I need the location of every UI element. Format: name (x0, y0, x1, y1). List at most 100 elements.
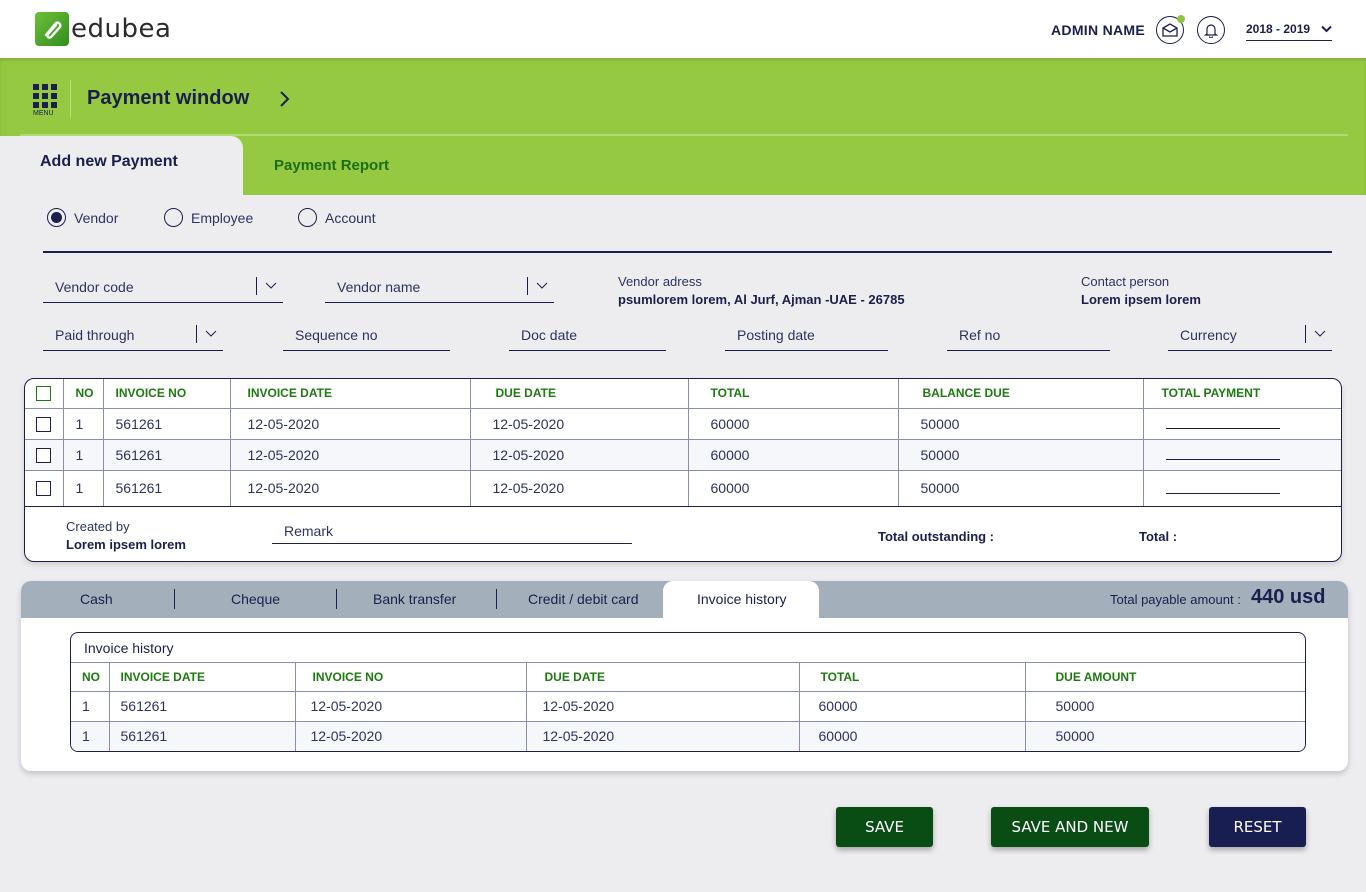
year-value: 2018 - 2019 (1246, 22, 1311, 36)
sequence-no-placeholder: Sequence no (295, 327, 378, 343)
sequence-no-input[interactable]: Sequence no (283, 327, 450, 351)
doc-date-input[interactable]: Doc date (509, 327, 666, 351)
cell-invoice-date: 12-05-2020 (230, 408, 471, 440)
vendor-name-select[interactable]: Vendor name (325, 277, 554, 303)
col-header-due-date: DUE DATE (526, 663, 800, 692)
mail-button[interactable] (1156, 15, 1185, 44)
payment-method-panel: Cash Cheque Bank transfer Credit / debit… (21, 581, 1348, 771)
table-header-row: NO INVOICE NO INVOICE DATE DUE DATE TOTA… (25, 379, 1341, 409)
tab-separator (336, 589, 337, 609)
cell-no: 1 (63, 470, 104, 507)
radio-account[interactable]: Account (298, 208, 376, 227)
cell-no: 1 (63, 439, 104, 471)
table-row: 1 561261 12-05-2020 12-05-2020 60000 500… (25, 470, 1341, 507)
cell-no: 1 (71, 691, 110, 722)
cell-total: 60000 (688, 408, 899, 440)
vendor-name-placeholder: Vendor name (337, 279, 421, 295)
cell-total: 60000 (688, 439, 899, 471)
paid-through-select[interactable]: Paid through (43, 325, 223, 351)
tab-label: Add new Payment (40, 153, 178, 170)
total-payable-value: 440 usd (1251, 586, 1326, 608)
reset-button[interactable]: RESET (1209, 807, 1306, 847)
cell-invoice-date: 12-05-2020 (230, 439, 471, 471)
notification-dot (1177, 15, 1185, 23)
total-payment-input[interactable] (1165, 415, 1280, 429)
row-checkbox[interactable] (36, 447, 51, 463)
currency-select[interactable]: Currency (1168, 325, 1332, 351)
top-bar: edubea ADMIN NAME 2018 - 2019 (0, 0, 1366, 58)
tab-bank-transfer[interactable]: Bank transfer (373, 591, 456, 607)
radio-label: Account (325, 209, 376, 226)
select-all-checkbox[interactable] (36, 385, 51, 401)
contact-person-label: Contact person (1081, 274, 1170, 289)
cell-invoice-date: 12-05-2020 (230, 470, 471, 507)
doc-date-placeholder: Doc date (521, 327, 578, 343)
cell-invoice-no: 12-05-2020 (295, 721, 527, 751)
cell-balance-due: 50000 (898, 470, 1144, 507)
cell-invoice-no: 12-05-2020 (295, 691, 527, 722)
tab-add-new-payment[interactable]: Add new Payment (0, 136, 243, 196)
created-by-label: Created by (66, 518, 130, 534)
invoice-table-card: NO INVOICE NO INVOICE DATE DUE DATE TOTA… (24, 378, 1342, 562)
cell-total: 60000 (688, 470, 899, 507)
total-payment-input[interactable] (1165, 446, 1280, 460)
total-payment-input[interactable] (1165, 480, 1280, 494)
payment-tab-bar: Cash Cheque Bank transfer Credit / debit… (21, 581, 1348, 618)
cell-due-date: 12-05-2020 (470, 439, 689, 471)
radio-employee[interactable]: Employee (164, 208, 253, 227)
save-button[interactable]: SAVE (836, 807, 933, 847)
tab-credit-debit-card[interactable]: Credit / debit card (528, 591, 639, 607)
table-row: 1 561261 12-05-2020 12-05-2020 60000 500… (25, 439, 1341, 471)
table-header-row: NO INVOICE DATE INVOICE NO DUE DATE TOTA… (71, 663, 1305, 692)
save-and-new-button[interactable]: SAVE AND NEW (991, 807, 1149, 847)
table-row: 1 561261 12-05-2020 12-05-2020 60000 500… (71, 691, 1305, 722)
chevron-down-icon (205, 330, 217, 337)
menu-button[interactable]: MENU (33, 84, 57, 117)
chevron-down-icon (536, 282, 548, 289)
logo[interactable]: edubea (35, 12, 171, 46)
vendor-address-label: Vendor adress (618, 274, 702, 289)
tab-separator (496, 589, 497, 609)
year-select[interactable]: 2018 - 2019 (1246, 22, 1332, 41)
vendor-code-placeholder: Vendor code (55, 279, 134, 295)
cell-due-date: 12-05-2020 (526, 721, 800, 751)
page-title: Payment window (87, 87, 250, 109)
posting-date-placeholder: Posting date (737, 327, 815, 343)
logo-icon (35, 12, 69, 46)
invoice-history-table: NO INVOICE DATE INVOICE NO DUE DATE TOTA… (71, 663, 1305, 751)
radio-unchecked-icon (298, 208, 317, 227)
remark-input[interactable]: Remark (272, 523, 632, 544)
cell-total: 60000 (799, 691, 1026, 722)
radio-vendor[interactable]: Vendor (47, 208, 118, 227)
cell-balance-due: 50000 (898, 439, 1144, 471)
radio-label: Employee (191, 209, 254, 226)
total-label: Total : (1139, 528, 1178, 544)
col-header-invoice-date: INVOICE DATE (230, 379, 471, 409)
remark-placeholder: Remark (284, 522, 334, 539)
row-checkbox[interactable] (36, 481, 51, 497)
radio-checked-icon (47, 208, 66, 227)
vendor-code-select[interactable]: Vendor code (43, 277, 283, 303)
radio-label: Vendor (74, 209, 119, 226)
table-row: 1 561261 12-05-2020 12-05-2020 60000 500… (25, 408, 1341, 440)
col-header-total: TOTAL (688, 379, 899, 409)
grid-menu-icon (33, 84, 57, 108)
tab-invoice-history[interactable]: Invoice history (663, 581, 819, 618)
chevron-down-icon (265, 282, 277, 289)
ref-no-input[interactable]: Ref no (947, 327, 1110, 351)
col-header-total-payment: TOTAL PAYMENT (1143, 379, 1341, 409)
col-header-total: TOTAL (799, 663, 1026, 692)
table-footer: Created by Lorem ipsem lorem Remark Tota… (25, 507, 1341, 562)
mail-icon (1162, 23, 1178, 37)
ref-no-placeholder: Ref no (959, 327, 1001, 343)
notification-button[interactable] (1197, 16, 1225, 44)
tab-cash[interactable]: Cash (80, 591, 113, 607)
cell-invoice-no: 561261 (103, 439, 231, 471)
admin-name[interactable]: ADMIN NAME (1051, 22, 1145, 38)
tab-cheque[interactable]: Cheque (231, 591, 280, 607)
posting-date-input[interactable]: Posting date (725, 327, 888, 351)
tab-payment-report[interactable]: Payment Report (274, 157, 389, 174)
cell-due-amount: 50000 (1025, 721, 1305, 751)
row-checkbox[interactable] (36, 416, 51, 432)
col-header-no: NO (63, 379, 104, 409)
